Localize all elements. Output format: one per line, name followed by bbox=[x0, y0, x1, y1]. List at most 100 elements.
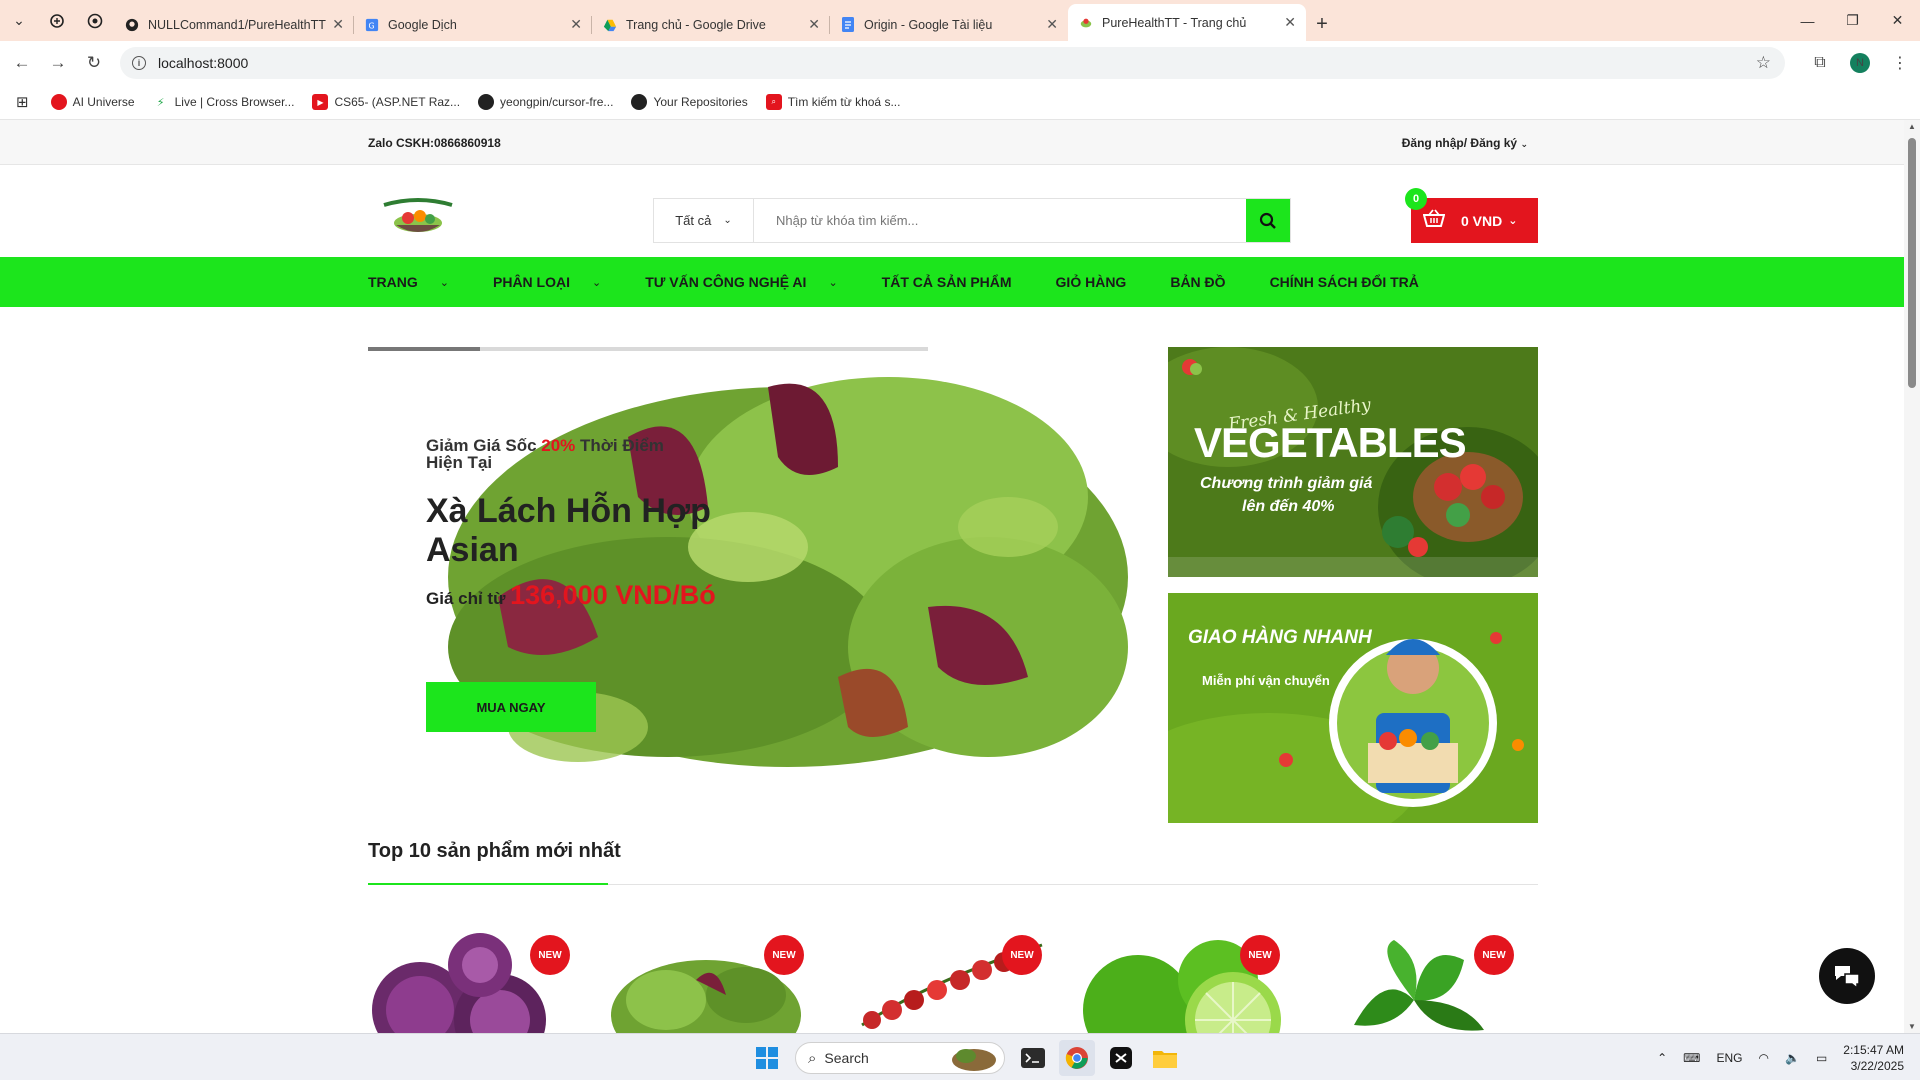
login-register-link[interactable]: Đăng nhập/ Đăng ký ⌄ bbox=[1402, 136, 1528, 150]
site-logo[interactable] bbox=[378, 193, 458, 243]
lambdatest-icon: ⚡ bbox=[156, 96, 165, 109]
forward-icon[interactable]: → bbox=[40, 45, 76, 81]
category-select[interactable]: Tất cả ⌄ bbox=[654, 199, 754, 242]
page-scrollbar[interactable]: ▲ ▼ bbox=[1904, 120, 1920, 1033]
price-prefix: Giá chỉ từ bbox=[426, 589, 511, 608]
extensions-icon[interactable]: ⧉ bbox=[1800, 54, 1840, 72]
scroll-up-arrow-icon[interactable]: ▲ bbox=[1908, 122, 1916, 131]
category-label: Tất cả bbox=[675, 213, 712, 228]
youtube-icon: ▶ bbox=[312, 94, 329, 110]
wifi-icon[interactable]: ◠ bbox=[1759, 1051, 1769, 1065]
search-input[interactable] bbox=[754, 199, 1246, 242]
keyboard-icon[interactable]: ⌨ bbox=[1683, 1051, 1700, 1065]
close-icon[interactable]: ✕ bbox=[1046, 16, 1058, 33]
site-info-icon[interactable]: i bbox=[132, 56, 146, 70]
chevron-down-icon: ⌄ bbox=[723, 215, 732, 226]
tab-purehealthtt[interactable]: PureHealthTT - Trang chủ ✕ bbox=[1068, 4, 1306, 41]
nav-item-map[interactable]: BẢN ĐỒ bbox=[1170, 274, 1225, 290]
product-card[interactable]: NEW bbox=[842, 920, 1052, 1033]
tab-google-translate[interactable]: G Google Dịch ✕ bbox=[354, 8, 592, 41]
url-text[interactable]: localhost:8000 bbox=[158, 55, 248, 71]
profile-avatar[interactable]: N bbox=[1850, 53, 1870, 73]
banner-title: VEGETABLES bbox=[1194, 419, 1467, 466]
slide-progress-fill bbox=[368, 347, 480, 351]
terminal-icon[interactable] bbox=[1015, 1040, 1051, 1076]
bookmark-item[interactable]: Your Repositories bbox=[631, 94, 748, 110]
google-docs-icon bbox=[840, 17, 856, 33]
main-navigation: TRANG ⌄ PHÂN LOẠI ⌄ TƯ VẤN CÔNG NGHỆ AI ⌄ T… bbox=[0, 257, 1904, 307]
close-icon[interactable]: ✕ bbox=[808, 16, 820, 33]
file-explorer-icon[interactable] bbox=[1147, 1040, 1183, 1076]
github-icon bbox=[631, 94, 648, 110]
tab-google-drive[interactable]: Trang chủ - Google Drive ✕ bbox=[592, 8, 830, 41]
apps-grid-icon[interactable]: ⊞ bbox=[16, 93, 29, 111]
nav-item-all-products[interactable]: TẤT CẢ SẢN PHẨM bbox=[882, 274, 1012, 290]
taskbar-apps: ⌕ Search bbox=[745, 1040, 1187, 1076]
scrollbar-thumb[interactable] bbox=[1908, 138, 1916, 388]
pinned-tab-openai[interactable] bbox=[76, 0, 114, 41]
chat-icon bbox=[1835, 966, 1860, 990]
slide-progress-bar bbox=[368, 347, 928, 351]
volume-icon[interactable]: 🔈 bbox=[1785, 1051, 1800, 1065]
clock[interactable]: 2:15:47 AM 3/22/2025 bbox=[1843, 1042, 1904, 1074]
banner-line-1: Chương trình giảm giá bbox=[1200, 475, 1373, 492]
cart-button[interactable]: 0 0 VND ⌄ bbox=[1405, 188, 1538, 243]
minimize-icon[interactable]: — bbox=[1785, 0, 1830, 41]
pinned-tab-perplexity[interactable] bbox=[38, 0, 76, 41]
scroll-down-arrow-icon[interactable]: ▼ bbox=[1908, 1022, 1916, 1031]
nav-item-cart[interactable]: GIỎ HÀNG bbox=[1056, 274, 1127, 290]
hero-promo-text: Giảm Giá Sốc 20% Thời Điểm Hiện Tại bbox=[426, 437, 696, 471]
windows-taskbar: ⌕ Search ⌃ ⌨ ENG ◠ 🔈 ▭ 2:15:47 AM 3/22/20… bbox=[0, 1033, 1920, 1080]
bookmark-item[interactable]: yeongpin/cursor-fre... bbox=[478, 94, 613, 110]
capcut-icon[interactable] bbox=[1103, 1040, 1139, 1076]
taskbar-search[interactable]: ⌕ Search bbox=[795, 1042, 1005, 1074]
close-window-icon[interactable]: ✕ bbox=[1875, 0, 1920, 41]
chevron-down-icon: ⌄ bbox=[1508, 215, 1518, 227]
product-card[interactable]: NEW bbox=[606, 920, 816, 1033]
bookmarks-bar: ⊞ AI Universe ⚡ Live | Cross Browser... ▶… bbox=[0, 85, 1920, 120]
tab-github[interactable]: NULLCommand1/PureHealthTT ✕ bbox=[114, 8, 354, 41]
product-card[interactable]: NEW bbox=[370, 920, 580, 1033]
back-icon[interactable]: ← bbox=[4, 45, 40, 81]
chevron-up-icon[interactable]: ⌃ bbox=[1657, 1051, 1667, 1065]
menu-kebab-icon[interactable]: ⋮ bbox=[1880, 53, 1920, 73]
product-card[interactable]: NEW bbox=[1314, 920, 1524, 1033]
google-drive-icon bbox=[602, 17, 618, 33]
windows-start-icon[interactable] bbox=[749, 1040, 785, 1076]
close-icon[interactable]: ✕ bbox=[1284, 14, 1296, 31]
new-tab-button[interactable]: + bbox=[1306, 8, 1338, 41]
close-icon[interactable]: ✕ bbox=[332, 16, 344, 33]
product-card[interactable]: NEW bbox=[1078, 920, 1288, 1033]
close-icon[interactable]: ✕ bbox=[570, 16, 582, 33]
bookmark-item[interactable]: ▶ CS65- (ASP.NET Raz... bbox=[312, 94, 460, 110]
clock-time: 2:15:47 AM bbox=[1843, 1042, 1904, 1057]
bookmark-item[interactable]: ⚡ Live | Cross Browser... bbox=[153, 94, 295, 110]
nav-item-phan-loai[interactable]: PHÂN LOẠI ⌄ bbox=[493, 274, 601, 290]
chrome-icon[interactable] bbox=[1059, 1040, 1095, 1076]
buy-now-button[interactable]: MUA NGAY bbox=[426, 682, 596, 732]
vegetables-promo-banner[interactable]: Fresh & Healthy VEGETABLES Chương trình … bbox=[1168, 347, 1538, 577]
restore-icon[interactable]: ❐ bbox=[1830, 0, 1875, 41]
nav-item-trang[interactable]: TRANG ⌄ bbox=[368, 274, 449, 290]
nav-label: TẤT CẢ SẢN PHẨM bbox=[881, 274, 1012, 290]
chevron-down-icon: ⌄ bbox=[592, 276, 602, 289]
address-bar[interactable]: i localhost:8000 ☆ bbox=[120, 47, 1785, 79]
new-badge: NEW bbox=[1240, 935, 1280, 975]
search-button[interactable] bbox=[1246, 199, 1290, 242]
battery-icon[interactable]: ▭ bbox=[1816, 1051, 1827, 1065]
chat-button[interactable] bbox=[1819, 948, 1875, 1004]
bookmark-item[interactable]: AI Universe bbox=[50, 94, 135, 110]
price-amount: 136,000 VND/Bó bbox=[510, 580, 716, 610]
nav-item-tu-van-ai[interactable]: TƯ VẤN CÔNG NGHỆ AI ⌄ bbox=[645, 274, 837, 290]
hero-price: Giá chỉ từ 136,000 VND/Bó bbox=[426, 580, 716, 611]
tab-title: NULLCommand1/PureHealthTT bbox=[148, 17, 326, 32]
bookmark-star-icon[interactable]: ☆ bbox=[1756, 53, 1771, 73]
reload-icon[interactable]: ↻ bbox=[76, 45, 112, 81]
banner-title: GIAO HÀNG NHANH bbox=[1188, 627, 1372, 648]
bookmark-item[interactable]: ⌕ Tìm kiếm từ khoá s... bbox=[765, 94, 900, 110]
nav-item-return-policy[interactable]: CHÍNH SÁCH ĐỔI TRẢ bbox=[1270, 274, 1419, 290]
language-indicator[interactable]: ENG bbox=[1716, 1051, 1742, 1065]
fast-delivery-banner[interactable]: GIAO HÀNG NHANH Miễn phí vận chuyển bbox=[1168, 593, 1538, 823]
tab-google-docs[interactable]: Origin - Google Tài liệu ✕ bbox=[830, 8, 1068, 41]
tab-search-icon[interactable]: ⌄ bbox=[0, 0, 38, 41]
